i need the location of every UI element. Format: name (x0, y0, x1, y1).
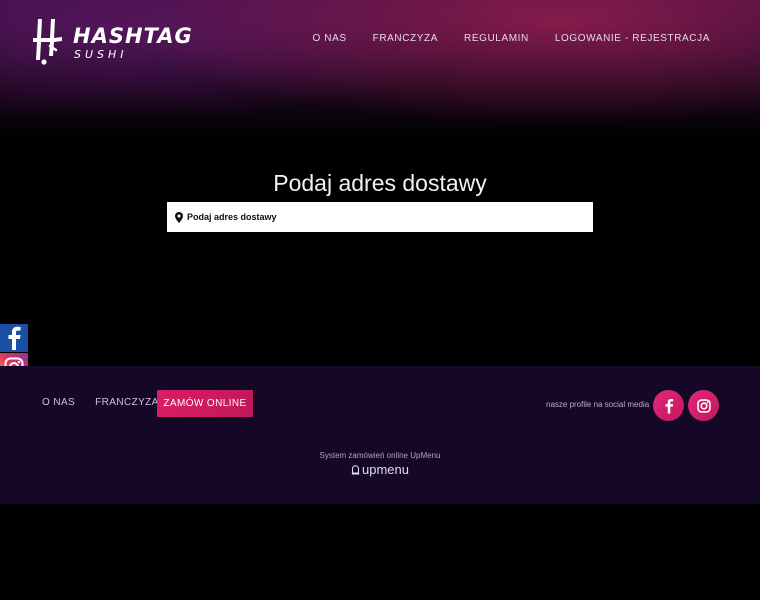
upmenu-logo[interactable]: upmenu (0, 462, 760, 477)
logo-mark-icon (33, 19, 62, 65)
facebook-link[interactable] (0, 324, 28, 352)
facebook-icon (665, 398, 673, 413)
hero-section: HASHTAG SUSHI O NAS FRANCZYZA REGULAMIN … (0, 0, 760, 366)
address-search-box[interactable] (167, 202, 593, 232)
footer-nav-o-nas[interactable]: O NAS (42, 397, 75, 408)
facebook-icon (8, 326, 21, 350)
footer: O NAS FRANCZYZA ZAMÓW ONLINE nasze profi… (0, 366, 760, 504)
system-credit-text: System zamówień online UpMenu (319, 451, 441, 460)
brand-title: HASHTAG (73, 24, 193, 48)
nav-item-regulamin[interactable]: REGULAMIN (464, 33, 529, 44)
brand-subtitle: SUSHI (74, 48, 128, 61)
main-nav: O NAS FRANCZYZA REGULAMIN LOGOWANIE - RE… (312, 33, 710, 44)
upmenu-hat-icon (351, 464, 360, 475)
nav-item-o-nas[interactable]: O NAS (312, 33, 346, 44)
footer-nav: O NAS FRANCZYZA (42, 397, 159, 408)
footer-nav-franczyza[interactable]: FRANCZYZA (95, 397, 159, 408)
location-pin-icon (175, 211, 183, 223)
address-input[interactable] (187, 212, 567, 222)
footer-instagram-button[interactable] (688, 390, 719, 421)
upmenu-label: upmenu (362, 462, 409, 477)
nav-item-login-register[interactable]: LOGOWANIE - REJESTRACJA (555, 33, 710, 44)
page-title: Podaj adres dostawy (273, 170, 487, 196)
nav-item-franczyza[interactable]: FRANCZYZA (373, 33, 438, 44)
footer-facebook-button[interactable] (653, 390, 684, 421)
logo[interactable]: HASHTAG SUSHI (32, 16, 192, 66)
order-online-button[interactable]: ZAMÓW ONLINE (157, 390, 253, 417)
instagram-icon (696, 398, 711, 413)
social-profiles-label: nasze profile na social media (546, 400, 650, 409)
